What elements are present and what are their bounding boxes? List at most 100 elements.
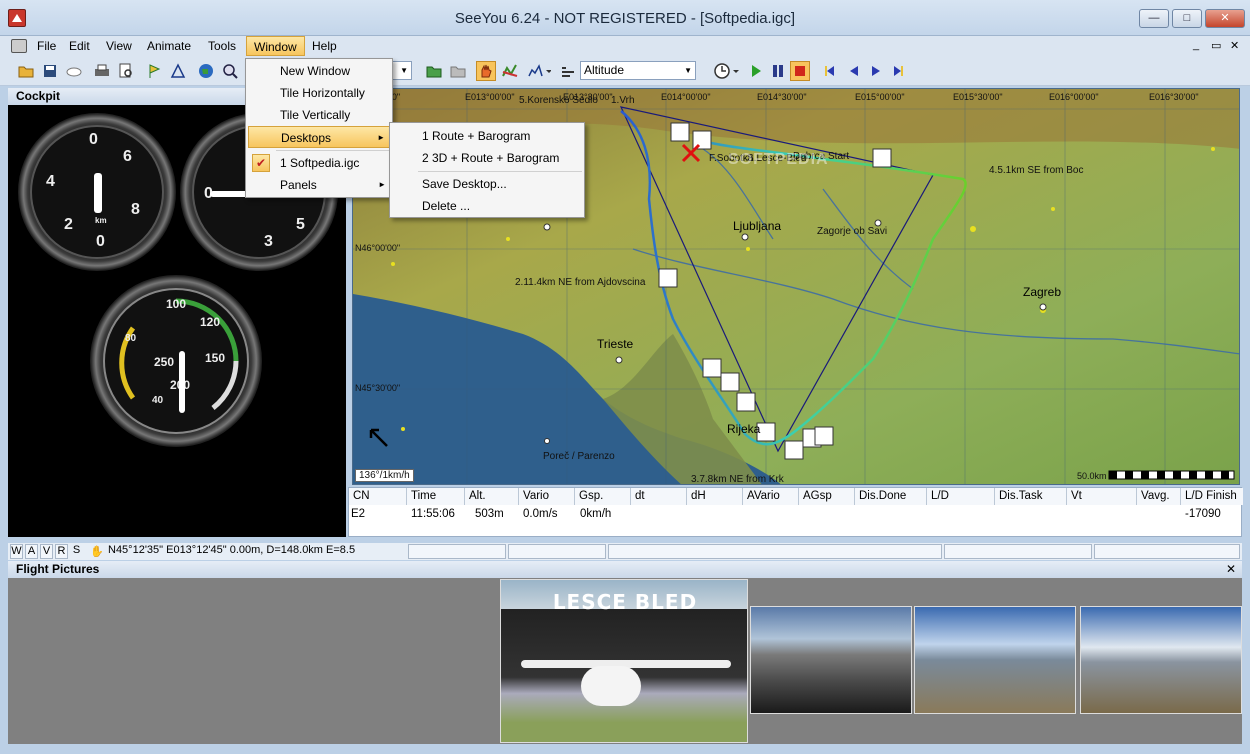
landscape-photo[interactable] (1080, 606, 1242, 714)
col-header[interactable]: AVario (743, 488, 799, 505)
mode-a-button[interactable]: A (25, 544, 38, 559)
mode-v-button[interactable]: V (40, 544, 53, 559)
flight-data-table[interactable]: CN Time Alt. Vario Gsp. dt dH AVario AGs… (348, 487, 1243, 537)
status-cell (944, 544, 1092, 559)
col-header[interactable]: Time (407, 488, 465, 505)
waypoint-label[interactable]: 3.7.8km NE from Krk (691, 474, 784, 484)
col-header[interactable]: Vt (1067, 488, 1137, 505)
lon-label: E013°00'00" (465, 92, 515, 102)
previous-icon[interactable] (844, 61, 864, 81)
check-icon: ✔ (252, 154, 270, 172)
menu-edit[interactable]: Edit (62, 36, 97, 56)
mode-s-button[interactable]: S (70, 544, 83, 559)
flights-icon[interactable] (500, 61, 520, 81)
last-icon[interactable] (888, 61, 908, 81)
hand-icon: ✋ (90, 546, 104, 558)
save-icon[interactable] (40, 61, 60, 81)
document-icon[interactable] (11, 39, 27, 53)
cloud-icon[interactable] (64, 61, 84, 81)
lat-label: N46°00'00" (355, 243, 401, 253)
mdi-restore-button[interactable]: ▭ (1211, 39, 1221, 52)
lon-label: E015°30'00" (953, 92, 1003, 102)
menu-item-tile-horizontally[interactable]: Tile Horizontally (248, 82, 390, 104)
first-icon[interactable] (820, 61, 840, 81)
waypoint-label[interactable]: 5.Korensko Sedlo (519, 95, 598, 106)
menu-item-softpedia[interactable]: ✔ 1 Softpedia.igc (248, 152, 390, 174)
open-icon[interactable] (16, 61, 36, 81)
next-icon[interactable] (866, 61, 886, 81)
maximize-button[interactable]: □ (1172, 9, 1202, 28)
col-header[interactable]: Dis.Done (855, 488, 927, 505)
menu-file[interactable]: File (30, 36, 63, 56)
cockpit-photo[interactable] (750, 606, 912, 714)
clock-icon[interactable] (712, 61, 742, 81)
mode-w-button[interactable]: W (10, 544, 23, 559)
play-icon[interactable] (746, 61, 766, 81)
waypoint-label[interactable]: 4.5.1km SE from Boc (989, 165, 1083, 176)
lon-label: E015°00'00" (855, 92, 905, 102)
city-label: Rijeka (727, 422, 761, 436)
col-header[interactable]: dt (631, 488, 687, 505)
minimize-button[interactable]: — (1139, 9, 1169, 28)
table-cell: 11:55:06 (411, 508, 455, 520)
toolbar: ▼ Altitude ▼ (0, 58, 1250, 86)
task-flag-icon[interactable] (144, 61, 164, 81)
waypoint-label[interactable]: 2.11.4km NE from Ajdovscina (515, 277, 645, 288)
col-header[interactable]: Vavg. (1137, 488, 1181, 505)
city-label: Trieste (597, 337, 634, 351)
zoom-icon[interactable] (220, 61, 240, 81)
menu-item-route-barogram[interactable]: 1 Route + Barogram (392, 125, 582, 147)
col-header[interactable]: AGsp (799, 488, 855, 505)
menu-bar: File Edit View Animate Tools Window Help… (0, 36, 1250, 58)
lon-label: E016°30'00" (1149, 92, 1199, 102)
cursor-position: N45°12'35" E013°12'45" 0.00m, D=148.0km … (108, 544, 356, 556)
menu-item-new-window[interactable]: New Window (248, 60, 390, 82)
menu-help[interactable]: Help (305, 36, 344, 56)
waypoint-label[interactable]: 1.Vrh (611, 95, 635, 106)
menu-item-panels[interactable]: Panels ► (248, 174, 390, 196)
print-preview-icon[interactable] (116, 61, 136, 81)
vario-gauge: 0 6 8 0 2 4 km (18, 113, 176, 271)
aerial-photo[interactable] (914, 606, 1076, 714)
menu-window[interactable]: Window (246, 36, 305, 56)
col-header[interactable]: Vario (519, 488, 575, 505)
col-header[interactable]: L/D (927, 488, 995, 505)
col-header[interactable]: dH (687, 488, 743, 505)
close-icon[interactable]: ✕ (1226, 561, 1236, 578)
menu-item-save-desktop[interactable]: Save Desktop... (392, 173, 582, 195)
hangar-photo[interactable]: LESCE BLED (500, 579, 748, 743)
col-header[interactable]: Gsp. (575, 488, 631, 505)
status-bar: W A V R S ✋ N45°12'35" E013°12'45" 0.00m… (8, 543, 1242, 560)
col-header[interactable]: Alt. (465, 488, 519, 505)
menu-item-tile-vertically[interactable]: Tile Vertically (248, 104, 390, 126)
mdi-close-button[interactable]: ✕ (1230, 39, 1239, 52)
print-icon[interactable] (92, 61, 112, 81)
mode-r-button[interactable]: R (55, 544, 68, 559)
submenu-arrow-icon: ► (378, 180, 386, 189)
optimize-icon[interactable] (168, 61, 188, 81)
table-cell: 0.0m/s (523, 508, 558, 520)
pause-icon[interactable] (768, 61, 788, 81)
col-header[interactable]: Dis.Task (995, 488, 1067, 505)
col-header[interactable]: L/D Finish (1181, 488, 1243, 505)
menu-view[interactable]: View (99, 36, 139, 56)
stop-icon[interactable] (790, 61, 810, 81)
hand-pan-icon[interactable] (476, 61, 496, 81)
mdi-minimize-button[interactable]: _ (1193, 39, 1199, 51)
import-icon[interactable] (424, 61, 444, 81)
task-select[interactable]: ▼ (392, 61, 412, 80)
graph-settings-icon[interactable] (558, 61, 578, 81)
flight-pictures-title: Flight Pictures (16, 562, 100, 576)
menu-item-3d-route-barogram[interactable]: 2 3D + Route + Barogram (392, 147, 582, 169)
globe-icon[interactable] (196, 61, 216, 81)
folder-gray-icon[interactable] (448, 61, 468, 81)
menu-item-delete-desktop[interactable]: Delete ... (392, 195, 582, 217)
graph-variable-select[interactable]: Altitude ▼ (580, 61, 696, 80)
barogram-icon[interactable] (524, 61, 554, 81)
close-button[interactable]: ✕ (1205, 9, 1245, 28)
menu-animate[interactable]: Animate (140, 36, 198, 56)
status-cell (408, 544, 506, 559)
menu-item-desktops[interactable]: Desktops ► (248, 126, 390, 148)
col-header[interactable]: CN (349, 488, 407, 505)
menu-tools[interactable]: Tools (201, 36, 243, 56)
